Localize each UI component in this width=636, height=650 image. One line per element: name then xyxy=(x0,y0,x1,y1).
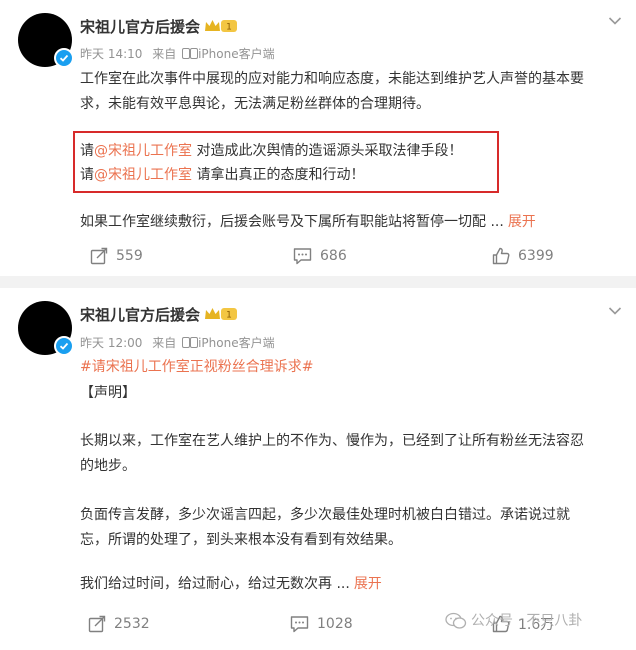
statement-heading: 【声明】 xyxy=(80,385,136,401)
text-prefix: 请 xyxy=(80,167,94,183)
repost-icon xyxy=(90,247,108,265)
like-icon xyxy=(492,247,510,265)
hashtag-link[interactable]: #请宋祖儿工作室正视粉丝合理诉求# xyxy=(80,355,313,380)
repost-button[interactable]: 559 xyxy=(90,244,143,268)
text-rest: 对造成此次舆情的造谣源头采取法律手段！ xyxy=(192,143,463,159)
watermark: 公众号 · 不只八卦 xyxy=(445,610,582,630)
phone-icon xyxy=(182,337,191,348)
crown-level-icon: 1 xyxy=(205,308,237,321)
post-text-line: 求，未能有效平息舆论，无法满足粉丝群体的合理期待。 xyxy=(80,96,430,112)
comment-icon xyxy=(290,616,309,633)
mention-link[interactable]: @宋祖儿工作室 xyxy=(94,143,192,159)
text-rest: 请拿出真正的态度和行动！ xyxy=(192,167,365,183)
source-prefix: 来自 xyxy=(152,336,177,350)
like-button[interactable]: 6399 xyxy=(492,244,554,268)
verified-badge-icon xyxy=(54,48,74,68)
level-number: 1 xyxy=(226,23,232,33)
post-source[interactable]: iPhone客户端 xyxy=(198,47,275,61)
post-text-line: 长期以来，工作室在艺人维护上的不作为、慢作为，已经到了让所有粉丝无法容忍 xyxy=(80,433,584,449)
chevron-down-icon[interactable] xyxy=(608,16,622,26)
like-count: 6399 xyxy=(518,248,554,264)
phone-icon xyxy=(190,48,199,59)
post-time[interactable]: 昨天 12:00 xyxy=(80,336,142,350)
expand-link[interactable]: 展开 xyxy=(354,576,382,592)
truncated-text: 我们给过时间，给过耐心，给过无数次再 ... xyxy=(80,576,350,592)
action-bar: 559 686 6399 xyxy=(0,244,636,268)
weibo-post: 宋祖儿官方后援会 1 昨天 12:00 来自 iPhone客户端 #请宋祖儿工作… xyxy=(0,288,636,650)
crown-level-icon: 1 xyxy=(205,20,237,33)
post-text-line: 如果工作室继续敷衍，后援会账号及下属所有职能站将暂停一切配 ... 展开 xyxy=(80,210,536,235)
post-text-line: 我们给过时间，给过耐心，给过无数次再 ... 展开 xyxy=(80,572,382,597)
comment-button[interactable]: 686 xyxy=(293,244,347,268)
repost-count: 559 xyxy=(116,248,143,264)
post-text-line: 的地步。 xyxy=(80,458,136,474)
post-text-line: 负面传言发酵，多少次谣言四起，多少次最佳处理时机被白白错过。承诺说过就 xyxy=(80,507,570,523)
author-name[interactable]: 宋祖儿官方后援会 xyxy=(80,304,200,325)
phone-icon xyxy=(190,337,199,348)
author-name[interactable]: 宋祖儿官方后援会 xyxy=(80,16,200,37)
post-text-line: 工作室在此次事件中展现的应对能力和响应态度，未能达到维护艺人声誉的基本要 xyxy=(80,71,584,87)
mention-link[interactable]: @宋祖儿工作室 xyxy=(94,167,192,183)
comment-count: 686 xyxy=(320,248,347,264)
expand-link[interactable]: 展开 xyxy=(508,214,536,230)
level-number: 1 xyxy=(226,311,232,321)
comment-button[interactable]: 1028 xyxy=(290,612,353,636)
watermark-text: 公众号 · 不只八卦 xyxy=(471,613,583,629)
wechat-icon xyxy=(445,612,467,629)
phone-icon xyxy=(182,48,191,59)
text-prefix: 请 xyxy=(80,143,94,159)
comment-icon xyxy=(293,248,312,265)
post-text-line: 忘，所谓的处理了，到头来根本没有看到有效结果。 xyxy=(80,532,402,548)
comment-count: 1028 xyxy=(317,616,353,632)
source-prefix: 来自 xyxy=(152,47,177,61)
repost-count: 2532 xyxy=(114,616,150,632)
post-source[interactable]: iPhone客户端 xyxy=(198,336,275,350)
verified-badge-icon xyxy=(54,336,74,356)
post-text-line: 请@宋祖儿工作室 对造成此次舆情的造谣源头采取法律手段！ xyxy=(80,139,462,164)
post-meta: 昨天 12:00 来自 iPhone客户端 xyxy=(80,334,275,351)
truncated-text: 如果工作室继续敷衍，后援会账号及下属所有职能站将暂停一切配 ... xyxy=(80,214,504,230)
post-text-line: 请@宋祖儿工作室 请拿出真正的态度和行动！ xyxy=(80,163,364,188)
weibo-post: 宋祖儿官方后援会 1 昨天 14:10 来自 iPhone客户端 工作室在此次事… xyxy=(0,0,636,276)
chevron-down-icon[interactable] xyxy=(608,306,622,316)
repost-button[interactable]: 2532 xyxy=(88,612,150,636)
repost-icon xyxy=(88,615,106,633)
post-time[interactable]: 昨天 14:10 xyxy=(80,47,142,61)
post-meta: 昨天 14:10 来自 iPhone客户端 xyxy=(80,45,275,62)
